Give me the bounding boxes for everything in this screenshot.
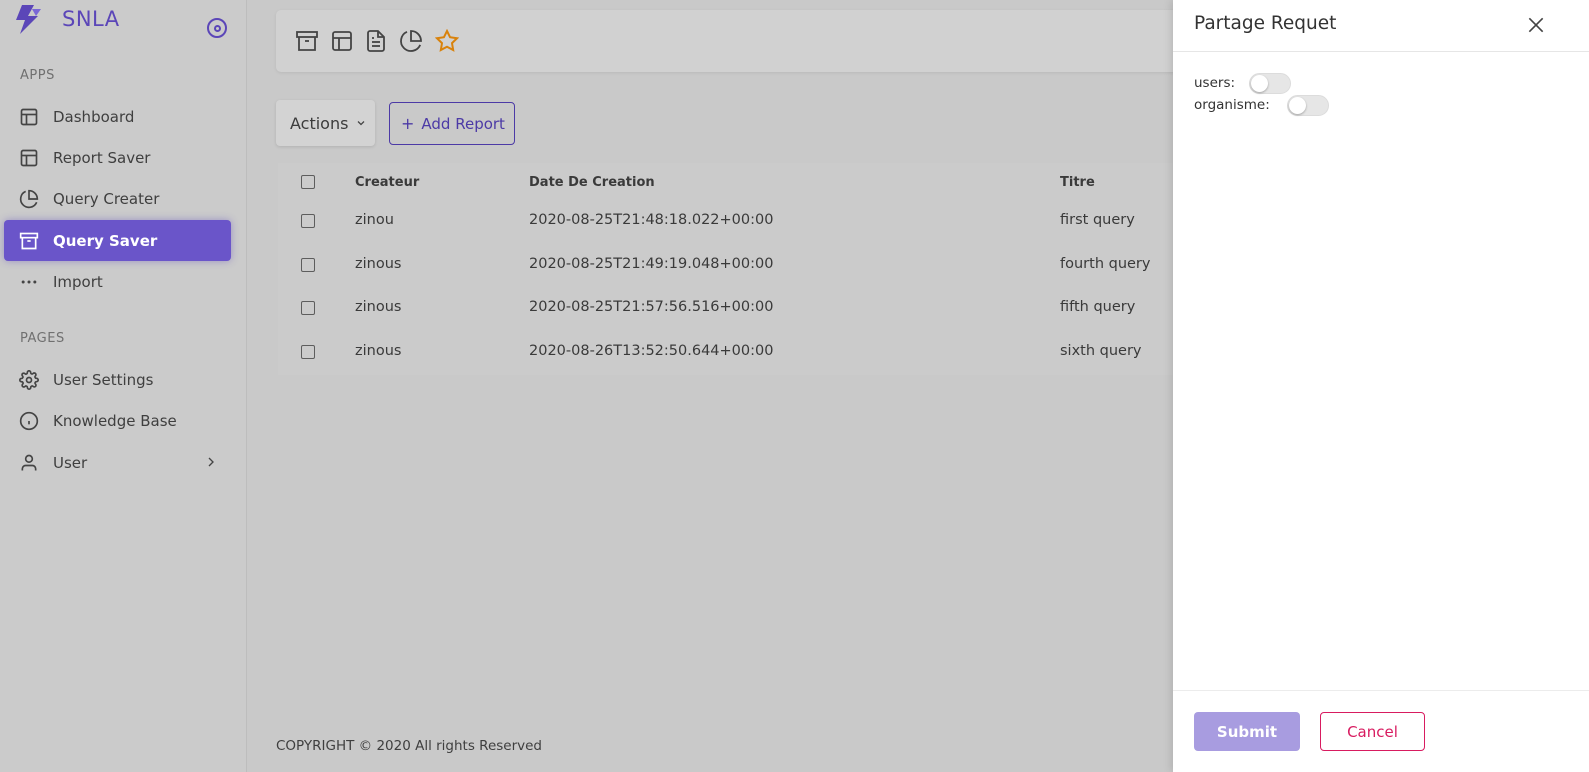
divider <box>1173 690 1589 691</box>
sidebar-item-query-saver[interactable]: Query Saver <box>4 220 231 261</box>
sidebar-item-label: User Settings <box>53 370 154 389</box>
gear-icon <box>19 369 39 390</box>
close-icon[interactable] <box>1526 15 1546 35</box>
layout-icon[interactable] <box>330 29 354 53</box>
pie-chart-icon[interactable] <box>399 29 423 53</box>
archive-icon[interactable] <box>295 29 319 53</box>
users-toggle[interactable] <box>1249 73 1291 94</box>
brand[interactable]: SNLA <box>14 2 120 36</box>
chevron-down-icon <box>358 121 365 126</box>
sidebar-item-label: Dashboard <box>53 107 135 126</box>
copyright-footer: COPYRIGHT © 2020 All rights Reserved <box>276 738 542 754</box>
sidebar-item-report-saver[interactable]: Report Saver <box>4 137 231 178</box>
actions-label: Actions <box>290 113 349 133</box>
plus-icon: + <box>401 114 415 133</box>
cancel-button[interactable]: Cancel <box>1320 712 1425 751</box>
column-header-createur[interactable]: Createur <box>355 175 419 190</box>
sidebar-item-import[interactable]: Import <box>4 261 231 302</box>
toolbar <box>276 10 1186 72</box>
sidebar-item-label: Knowledge Base <box>53 411 177 430</box>
sidebar-collapse-toggle[interactable] <box>207 18 227 38</box>
organisme-label: organisme: <box>1194 97 1270 113</box>
sidebar-item-label: Import <box>53 272 103 291</box>
file-text-icon[interactable] <box>364 29 388 53</box>
info-icon <box>19 411 39 431</box>
submit-button[interactable]: Submit <box>1194 712 1300 751</box>
actions-dropdown[interactable]: Actions <box>276 100 375 146</box>
add-report-label: Add Report <box>421 114 505 133</box>
more-horizontal-icon <box>19 272 39 292</box>
cell-createur: zinou <box>355 212 394 228</box>
cell-titre: first query <box>1060 212 1135 228</box>
column-header-titre[interactable]: Titre <box>1060 175 1095 190</box>
toggle-knob <box>1289 97 1306 114</box>
share-drawer: Partage Requet users: organisme: Submit … <box>1173 0 1589 772</box>
sidebar-item-user-settings[interactable]: User Settings <box>4 359 231 400</box>
users-label: users: <box>1194 75 1236 91</box>
sidebar-item-label: User <box>53 453 88 472</box>
row-checkbox[interactable] <box>301 345 315 359</box>
sidebar-item-label: Query Saver <box>53 231 158 250</box>
cell-date: 2020-08-25T21:57:56.516+00:00 <box>529 299 774 315</box>
select-all-checkbox[interactable] <box>301 175 315 189</box>
row-checkbox[interactable] <box>301 258 315 272</box>
column-header-date[interactable]: Date De Creation <box>529 175 655 190</box>
cell-date: 2020-08-26T13:52:50.644+00:00 <box>529 343 774 359</box>
archive-icon <box>19 231 39 251</box>
cell-date: 2020-08-25T21:48:18.022+00:00 <box>529 212 774 228</box>
sidebar-item-dashboard[interactable]: Dashboard <box>4 96 231 137</box>
sidebar-item-label: Query Creater <box>53 189 160 208</box>
sidebar-item-label: Report Saver <box>53 148 151 167</box>
cell-titre: fourth query <box>1060 256 1151 272</box>
sidebar-item-query-creater[interactable]: Query Creater <box>4 178 231 219</box>
chevron-right-icon <box>208 457 214 467</box>
layout-icon <box>19 107 39 127</box>
pie-chart-icon <box>19 189 39 209</box>
drawer-title: Partage Requet <box>1194 13 1337 34</box>
toggle-knob <box>1251 75 1268 92</box>
layout-icon <box>19 148 39 168</box>
section-label-pages: PAGES <box>20 331 65 346</box>
cell-createur: zinous <box>355 343 402 359</box>
target-icon <box>213 24 221 32</box>
add-report-button[interactable]: + Add Report <box>389 102 515 145</box>
organisme-toggle[interactable] <box>1287 95 1329 116</box>
brand-name: SNLA <box>62 7 120 31</box>
cell-titre: fifth query <box>1060 299 1136 315</box>
sidebar-item-user[interactable]: User <box>4 442 231 483</box>
row-checkbox[interactable] <box>301 301 315 315</box>
user-icon <box>19 453 39 473</box>
cell-date: 2020-08-25T21:49:19.048+00:00 <box>529 256 774 272</box>
cell-createur: zinous <box>355 256 402 272</box>
cell-createur: zinous <box>355 299 402 315</box>
section-label-apps: APPS <box>20 68 55 83</box>
divider <box>1173 51 1589 52</box>
sidebar-item-knowledge-base[interactable]: Knowledge Base <box>4 400 231 441</box>
logo-icon <box>16 5 41 34</box>
sidebar: SNLA APPS Dashboard Report Saver Query C… <box>0 0 247 772</box>
star-icon[interactable] <box>434 28 460 53</box>
cell-titre: sixth query <box>1060 343 1142 359</box>
row-checkbox[interactable] <box>301 214 315 228</box>
